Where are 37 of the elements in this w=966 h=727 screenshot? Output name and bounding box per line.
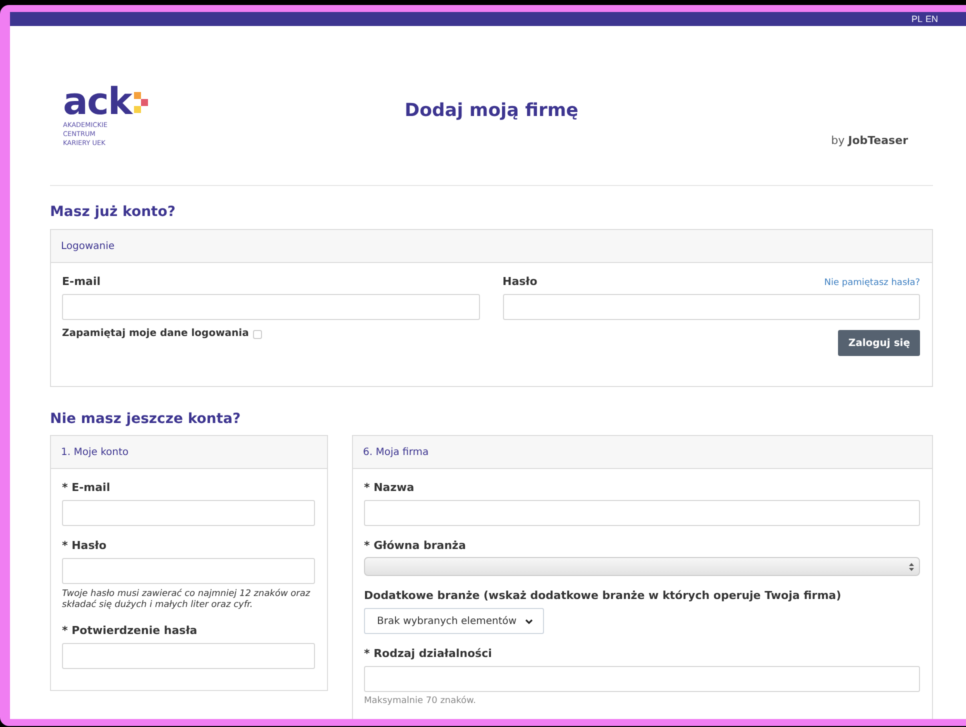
field-label: * Główna branża [364, 539, 467, 552]
panel-title: 1. Moje konto [61, 446, 129, 458]
select-field[interactable] [364, 557, 920, 576]
field-label: * Potwierdzenie hasła [62, 624, 198, 637]
field-label: Dodatkowe branże (wskaż dodatkowe branże w których operuje Twoja firma) [364, 589, 842, 602]
multiselect-dropdown[interactable]: Brak wybranych elementów [364, 608, 544, 634]
field-label: E-mail [62, 275, 102, 288]
input-field[interactable] [502, 294, 920, 320]
field-label: * Hasło [62, 539, 108, 552]
language-link[interactable]: EN [925, 14, 938, 24]
input-field[interactable] [62, 294, 480, 320]
section-heading: Masz już konto? [50, 204, 176, 220]
login-button[interactable]: Zaloguj się [838, 330, 920, 356]
field-note: Maksymalnie 70 znaków. [364, 696, 477, 706]
field-label: * Rodzaj działalności [364, 647, 493, 660]
page-title: Dodaj moją firmę [404, 100, 578, 123]
input-field[interactable] [62, 643, 315, 669]
input-field[interactable] [62, 558, 315, 584]
remember-checkbox[interactable] [252, 330, 262, 339]
field-label: Hasło [502, 275, 538, 288]
logo-wordmark: ack [63, 86, 132, 118]
field-label: * Nazwa [364, 481, 416, 494]
checkbox-label: Zapamiętaj moje dane logowania [62, 328, 249, 339]
panel-title: Logowanie [61, 240, 115, 252]
field-label: * E-mail [62, 481, 112, 494]
section-heading: Nie masz jeszcze konta? [50, 411, 242, 427]
input-field[interactable] [364, 500, 920, 526]
updown-arrows-icon [909, 562, 914, 570]
panel-title: 6. Moja firma [363, 446, 429, 458]
input-field[interactable] [364, 666, 920, 692]
forgot-password-link[interactable]: Nie pamiętasz hasła? [824, 278, 920, 288]
logo-squares-icon [134, 92, 149, 112]
password-hint: Twoje hasło musi zawierać co najmniej 12 znaków oraz składać się dużych i małych liter oraz cyfr. [62, 589, 312, 611]
input-field[interactable] [62, 500, 315, 526]
language-link[interactable]: PL [911, 14, 922, 24]
byline: by JobTeaser [831, 134, 909, 147]
chevron-down-icon [524, 618, 533, 624]
